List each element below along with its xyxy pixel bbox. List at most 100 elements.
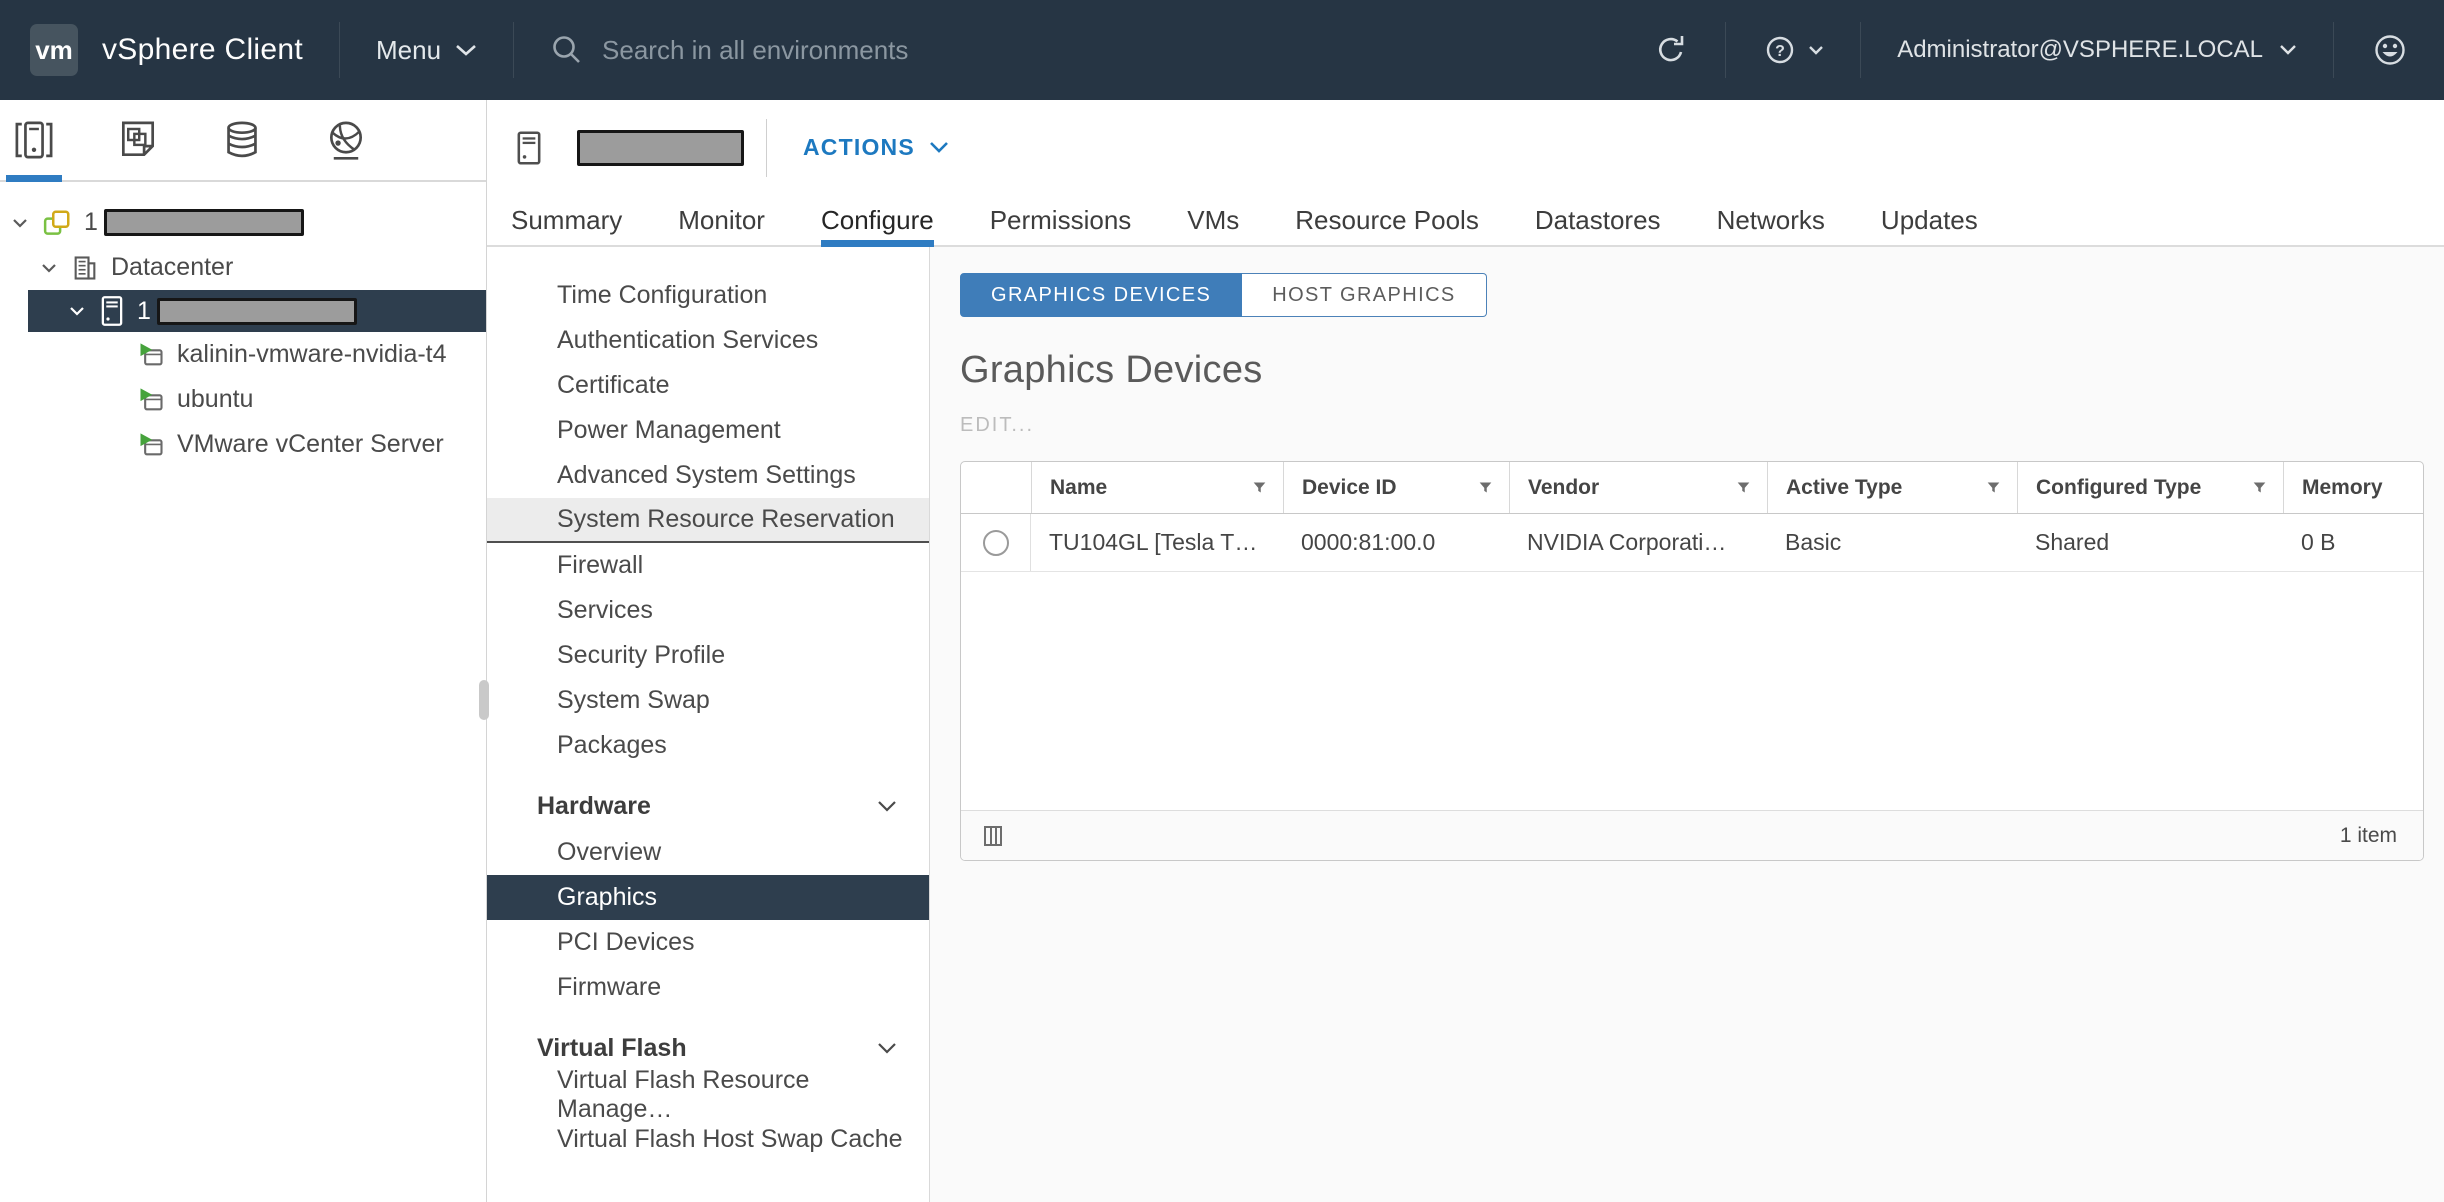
cell-memory: 0 B	[2283, 514, 2423, 571]
nav-item-system-swap[interactable]: System Swap	[487, 678, 929, 723]
feedback-icon[interactable]	[2370, 30, 2410, 70]
cell-active-type: Basic	[1767, 514, 2017, 571]
nav-item-certificate[interactable]: Certificate	[487, 363, 929, 408]
user-menu[interactable]: Administrator@VSPHERE.LOCAL	[1897, 36, 2297, 64]
column-header-memory[interactable]: Memory	[2283, 462, 2423, 513]
tree-item-vm[interactable]: ubuntu	[0, 377, 486, 422]
nav-item-overview[interactable]: Overview	[487, 830, 929, 875]
tree-item-datacenter[interactable]: Datacenter	[0, 245, 486, 290]
column-header-active-type[interactable]: Active Type	[1767, 462, 2017, 513]
tab-networks[interactable]: Networks	[1717, 195, 1825, 245]
configure-content: Time Configuration Authentication Servic…	[487, 247, 2444, 1202]
radio-column-header	[961, 462, 1031, 513]
graphics-panel: GRAPHICS DEVICES HOST GRAPHICS Graphics …	[930, 247, 2444, 1202]
header-divider	[2333, 22, 2334, 78]
filter-icon[interactable]	[1736, 480, 1751, 495]
column-header-configured-type[interactable]: Configured Type	[2017, 462, 2283, 513]
tab-storage[interactable]	[220, 100, 264, 180]
chevron-down-icon	[877, 1042, 897, 1055]
tab-datastores[interactable]: Datastores	[1535, 195, 1661, 245]
tree-item-vm[interactable]: VMware vCenter Server	[0, 422, 486, 467]
help-menu[interactable]: ?	[1762, 32, 1824, 68]
nav-item-firewall[interactable]: Firewall	[487, 543, 929, 588]
filter-icon[interactable]	[1986, 480, 2001, 495]
filter-icon[interactable]	[1252, 480, 1267, 495]
tab-hosts-and-clusters[interactable]	[12, 100, 56, 180]
filter-icon[interactable]	[1478, 480, 1493, 495]
tab-configure[interactable]: Configure	[821, 195, 934, 245]
inventory-tree: 1 Datacenter	[0, 182, 486, 467]
tree-item-host-selected[interactable]: 1	[28, 290, 486, 332]
toggle-host-graphics[interactable]: HOST GRAPHICS	[1242, 273, 1486, 317]
nav-item-packages[interactable]: Packages	[487, 723, 929, 768]
table-empty-space	[961, 572, 2423, 810]
filter-icon[interactable]	[2252, 480, 2267, 495]
chevron-down-icon[interactable]	[65, 299, 89, 323]
nav-item-services[interactable]: Services	[487, 588, 929, 633]
redacted-object-name	[577, 130, 744, 166]
nav-item-firmware[interactable]: Firmware	[487, 965, 929, 1010]
menu-button[interactable]: Menu	[376, 35, 477, 66]
graphics-view-toggle: GRAPHICS DEVICES HOST GRAPHICS	[960, 273, 1487, 317]
user-label: Administrator@VSPHERE.LOCAL	[1897, 36, 2263, 64]
chevron-down-icon	[1808, 45, 1824, 56]
cell-configured-type: Shared	[2017, 514, 2283, 571]
tab-networking[interactable]	[324, 100, 368, 180]
nav-item-security-profile[interactable]: Security Profile	[487, 633, 929, 678]
columns-icon[interactable]	[983, 825, 1003, 847]
nav-item-graphics[interactable]: Graphics	[487, 875, 929, 920]
table-row[interactable]: TU104GL [Tesla T… 0000:81:00.0 NVIDIA Co…	[961, 514, 2423, 572]
table-footer: 1 item	[961, 810, 2423, 860]
nav-item-authentication-services[interactable]: Authentication Services	[487, 318, 929, 363]
cell-device-id: 0000:81:00.0	[1283, 514, 1509, 571]
global-search[interactable]: Search in all environments	[550, 33, 1653, 67]
nav-item-time-configuration[interactable]: Time Configuration	[487, 273, 929, 318]
tab-monitor[interactable]: Monitor	[678, 195, 765, 245]
object-header: ACTIONS	[487, 100, 2444, 195]
sidebar-scrollbar[interactable]	[479, 680, 489, 720]
host-icon	[99, 295, 125, 327]
chevron-down-icon	[929, 141, 949, 154]
column-header-vendor[interactable]: Vendor	[1509, 462, 1767, 513]
actions-button[interactable]: ACTIONS	[803, 134, 949, 161]
tab-updates[interactable]: Updates	[1881, 195, 1978, 245]
help-icon: ?	[1762, 32, 1798, 68]
nav-section-hardware[interactable]: Hardware	[487, 782, 929, 830]
table-header-row: Name Device ID Vendor	[961, 462, 2423, 514]
tree-item-label: Datacenter	[111, 253, 233, 282]
graphics-devices-table: Name Device ID Vendor	[960, 461, 2424, 861]
tab-permissions[interactable]: Permissions	[990, 195, 1132, 245]
tab-resource-pools[interactable]: Resource Pools	[1295, 195, 1479, 245]
chevron-down-icon[interactable]	[8, 211, 32, 235]
configure-nav: Time Configuration Authentication Servic…	[487, 247, 930, 1202]
host-icon	[515, 130, 543, 166]
active-tab-underline	[6, 175, 62, 182]
column-header-name[interactable]: Name	[1031, 462, 1283, 513]
nav-item-power-management[interactable]: Power Management	[487, 408, 929, 453]
tab-summary[interactable]: Summary	[511, 195, 622, 245]
refresh-icon[interactable]	[1653, 32, 1689, 68]
nav-item-virtual-flash-resource-management[interactable]: Virtual Flash Resource Manage…	[487, 1072, 929, 1117]
tree-item-vcenter[interactable]: 1	[0, 200, 486, 245]
vcenter-icon	[42, 208, 72, 238]
tab-vms-and-templates[interactable]	[116, 100, 160, 180]
header-actions: ? Administrator@VSPHERE.LOCAL	[1653, 22, 2410, 78]
inventory-sidebar: 1 Datacenter	[0, 100, 487, 1202]
chevron-down-icon[interactable]	[37, 256, 61, 280]
toggle-graphics-devices[interactable]: GRAPHICS DEVICES	[960, 273, 1242, 317]
tab-vms[interactable]: VMs	[1187, 195, 1239, 245]
tree-item-label: ubuntu	[177, 385, 253, 414]
nav-item-advanced-system-settings[interactable]: Advanced System Settings	[487, 453, 929, 498]
tree-item-vm[interactable]: kalinin-vmware-nvidia-t4	[0, 332, 486, 377]
nav-item-system-resource-reservation[interactable]: System Resource Reservation	[487, 498, 929, 543]
vmware-logo[interactable]: vm	[30, 24, 78, 76]
column-header-device-id[interactable]: Device ID	[1283, 462, 1509, 513]
nav-item-virtual-flash-host-swap-cache[interactable]: Virtual Flash Host Swap Cache	[487, 1117, 929, 1162]
main-area: ACTIONS Summary Monitor Configure Permis…	[487, 100, 2444, 1202]
chevron-down-icon	[2279, 44, 2297, 56]
edit-button[interactable]: EDIT...	[960, 414, 2424, 437]
nav-item-pci-devices[interactable]: PCI Devices	[487, 920, 929, 965]
top-header: vm vSphere Client Menu Search in all env…	[0, 0, 2444, 100]
row-radio-button[interactable]	[983, 530, 1009, 556]
vms-templates-icon	[116, 118, 160, 162]
